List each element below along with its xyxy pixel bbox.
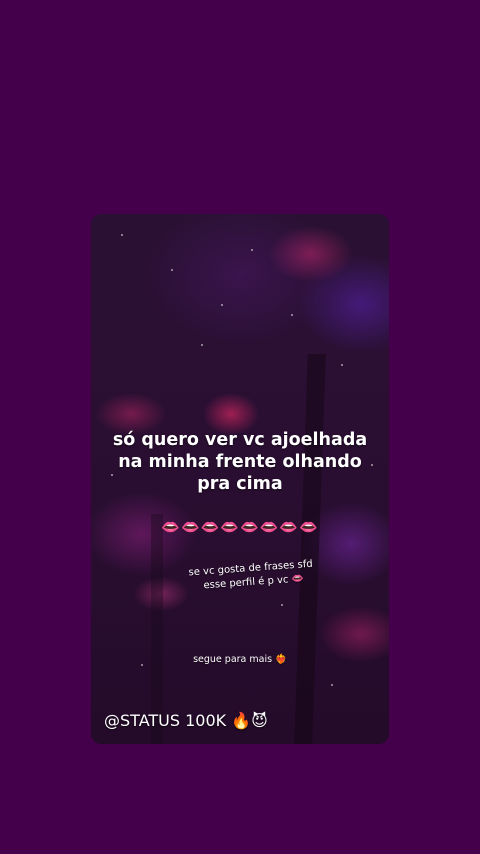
caption: se vc gosta de frases sfd esse perfil é … [188, 558, 314, 595]
status-image-card: só quero ver vc ajoelhada na minha frent… [91, 214, 389, 744]
star [201, 344, 203, 346]
tree-silhouette [294, 354, 326, 744]
main-quote-line: pra cima [197, 474, 283, 494]
star [251, 249, 253, 251]
star [291, 314, 293, 316]
main-quote-line: na minha frente olhando [118, 452, 362, 472]
star [281, 604, 283, 606]
main-quote: só quero ver vc ajoelhada na minha frent… [91, 429, 389, 495]
star [171, 269, 173, 271]
star [121, 234, 123, 236]
lips-emoji-row: 👄👄👄👄👄👄👄👄 [161, 518, 319, 536]
tree-silhouette [151, 514, 163, 744]
watermark: @STATUS 100K 🔥😈 [104, 711, 268, 730]
star [331, 684, 333, 686]
main-quote-line: só quero ver vc ajoelhada [112, 430, 368, 450]
star [221, 304, 223, 306]
follow-prompt: segue para mais ❤️‍🔥 [193, 654, 287, 665]
star [341, 364, 343, 366]
